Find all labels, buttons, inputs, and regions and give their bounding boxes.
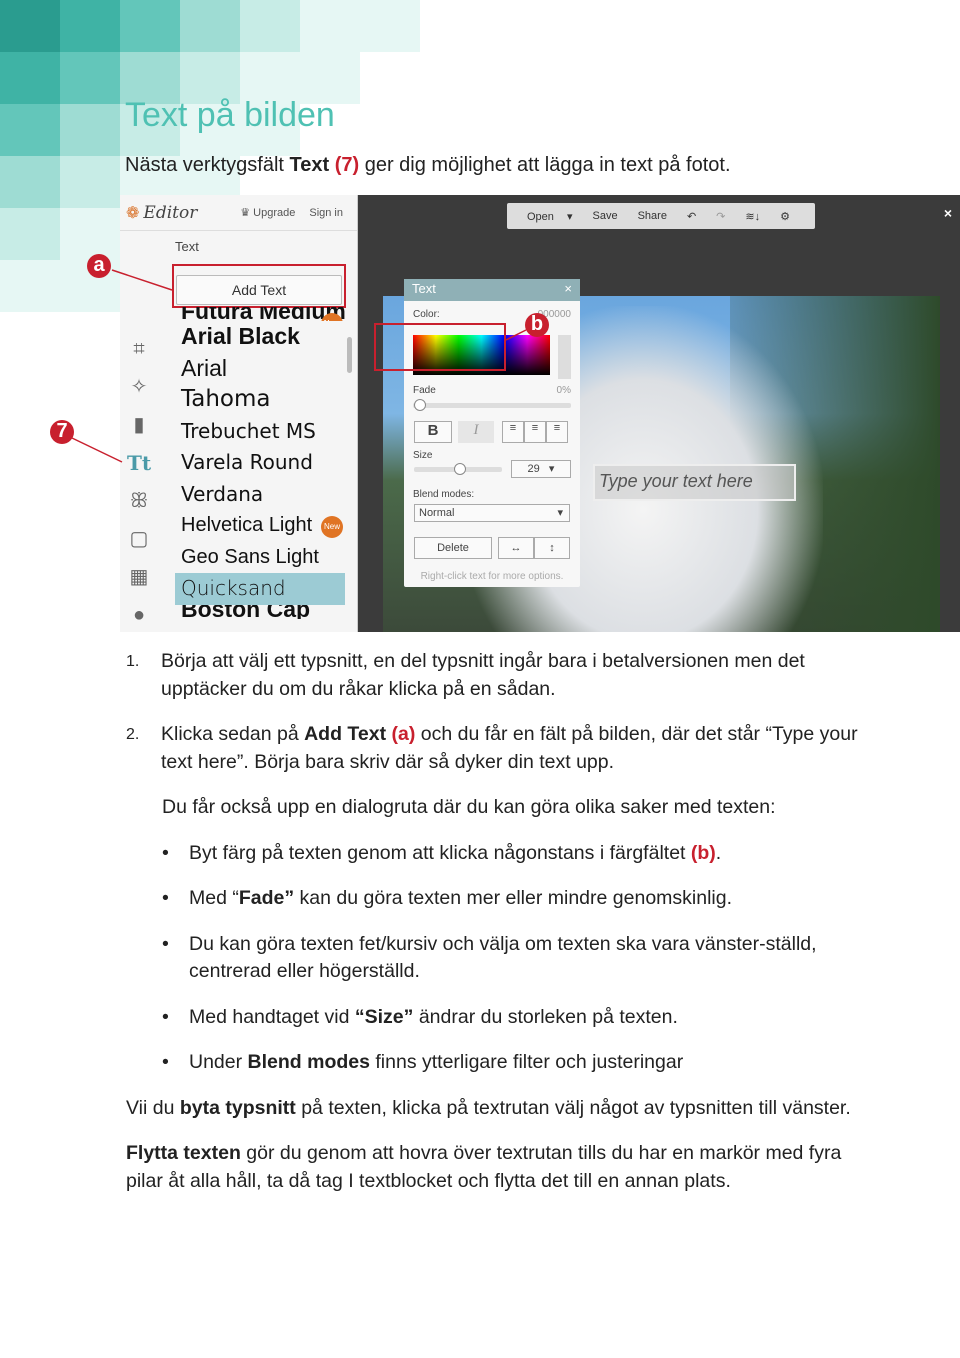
paragraph-move: Flytta texten gör du genom att hovra öve… [126,1142,842,1192]
bullet-dot: • [162,932,169,955]
bullet-item: • Byt färg på texten genom att klicka någ… [126,840,866,868]
step-2: 2. Klicka sedan på Add Text (a) och du få… [126,723,858,773]
bullet-dot: • [162,887,169,909]
bullet-dot: • [162,1005,169,1028]
bullet-item: • Under Blend modes finns ytterligare fil… [126,1049,866,1077]
bullet-list: • Byt färg på texten genom att klicka någ… [126,840,866,1077]
bullet-item: • Du kan göra texten fet/kursiv och välja… [162,932,817,983]
bullet-dot: • [162,1051,169,1073]
bullet-item: • Med “Fade” kan du göra texten mer eller… [126,885,866,913]
instructions: 1. Börja att välj ett typsnitt, en del ty… [126,648,866,1195]
paragraph-font: Vii du byta typsnitt på texten, klicka p… [126,1096,851,1119]
bullet-dot: • [162,841,169,864]
bullet-item: • Med handtaget vid “Size” ändrar du stor… [126,1004,866,1032]
callout-a: a [87,254,111,278]
callout-lines [71,269,527,463]
dialog-intro: Du får också upp en dialogruta där du ka… [162,796,776,818]
step-1: 1. Börja att välj ett typsnitt, en del ty… [126,650,805,700]
callout-7: 7 [50,420,74,444]
